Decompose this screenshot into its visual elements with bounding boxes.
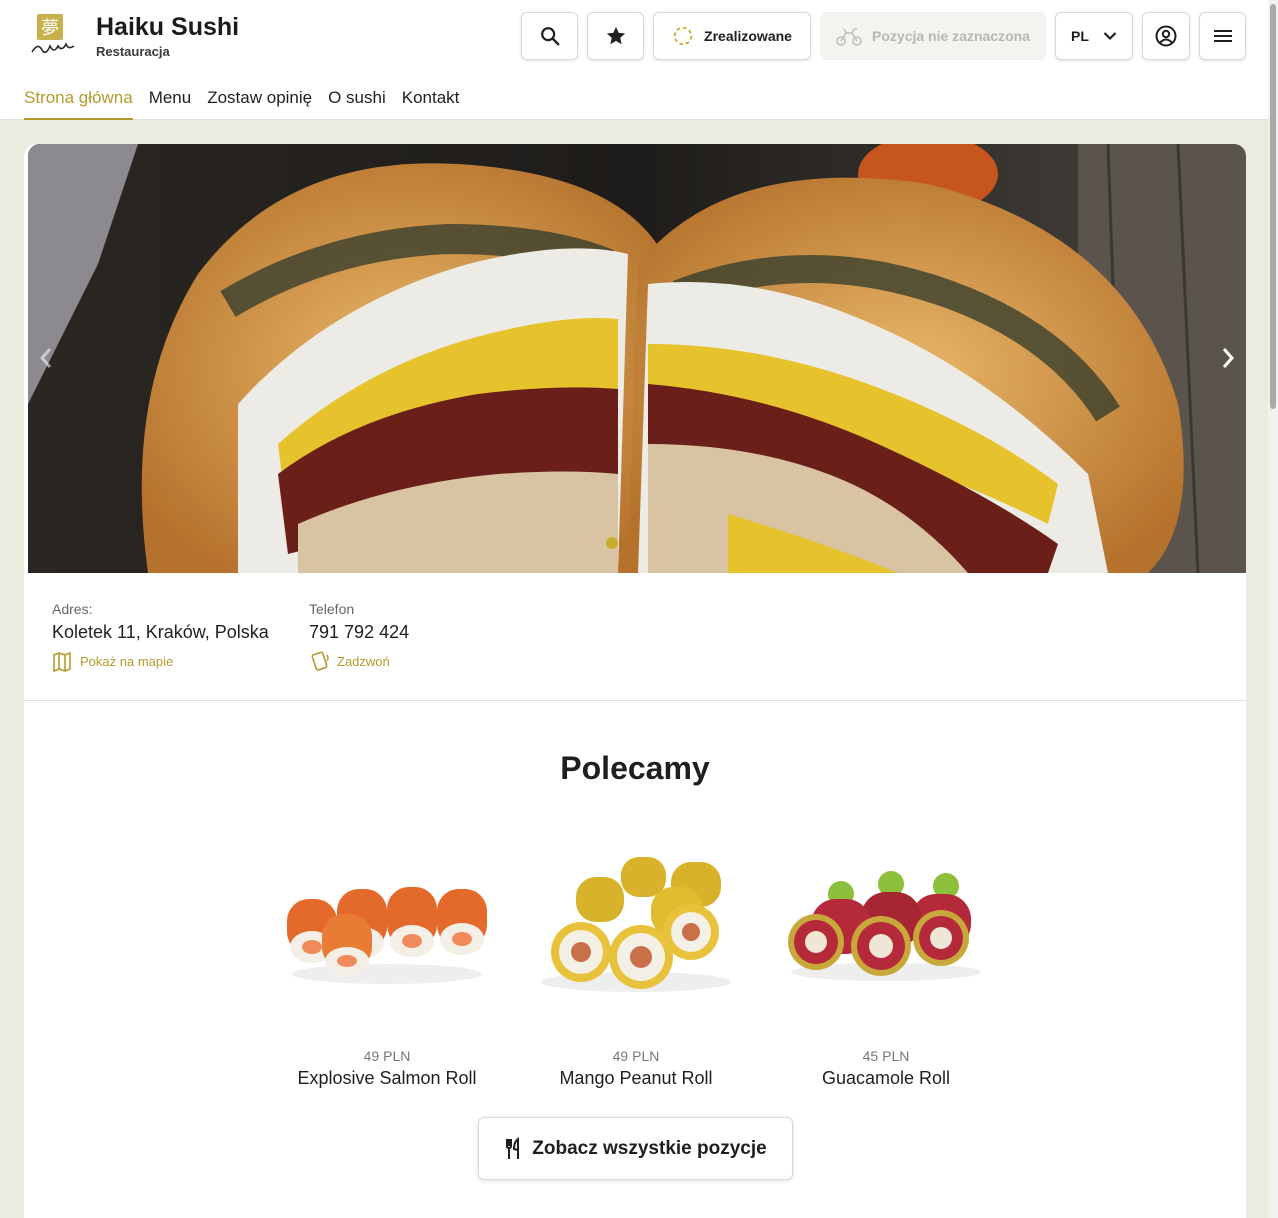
show-on-map-link[interactable]: Pokaż na mapie [52, 650, 173, 672]
orders-status-label: Zrealizowane [704, 28, 792, 44]
call-link[interactable]: Zadzwoń [309, 650, 390, 672]
product-card[interactable]: 49 PLN Mango Peanut Roll [521, 844, 751, 1089]
chevron-right-icon [1222, 348, 1235, 368]
carousel-dot[interactable] [606, 537, 618, 549]
product-image [521, 844, 751, 1004]
content-card: Adres: Koletek 11, Kraków, Polska Pokaż … [24, 144, 1246, 1218]
section-divider [24, 700, 1246, 701]
product-price: 49 PLN [612, 1048, 660, 1064]
cutlery-icon [506, 1136, 520, 1159]
position-button[interactable]: Pozycja nie zaznaczona [820, 12, 1046, 60]
see-all-items-label: Zobacz wszystkie pozycje [532, 1137, 767, 1159]
product-price: 45 PLN [862, 1048, 910, 1064]
call-label: Zadzwoń [337, 653, 390, 669]
site-header: 夢 Haiku Sushi Restauracja Zrealizowane P… [0, 0, 1268, 120]
orders-status-button[interactable]: Zrealizowane [653, 12, 811, 60]
menu-icon [1213, 30, 1232, 42]
show-on-map-label: Pokaż na mapie [80, 653, 174, 669]
brand-title: Haiku Sushi [96, 13, 240, 41]
search-button[interactable] [521, 12, 578, 60]
product-card[interactable]: 49 PLN Explosive Salmon Roll [272, 844, 502, 1089]
main-nav: Strona główna Menu Zostaw opinię O sushi… [24, 86, 475, 120]
nav-item-menu[interactable]: Menu [149, 86, 192, 120]
brand-subtitle: Restauracja [96, 44, 170, 59]
product-card[interactable]: 45 PLN Guacamole Roll [771, 844, 1001, 1089]
language-select[interactable]: PL [1055, 12, 1133, 60]
position-label: Pozycja nie zaznaczona [872, 28, 1030, 44]
chevron-left-icon [39, 348, 52, 368]
address-label: Adres: [52, 601, 93, 617]
phone-label: Telefon [309, 601, 355, 617]
phone-icon [311, 651, 329, 671]
nav-item-about-sushi[interactable]: O sushi [328, 86, 386, 120]
star-icon [606, 26, 625, 45]
address-value: Koletek 11, Kraków, Polska [52, 622, 269, 642]
carousel-prev-button[interactable] [28, 340, 64, 376]
nav-item-home[interactable]: Strona główna [24, 86, 133, 120]
phone-value: 791 792 424 [309, 622, 410, 642]
favorites-button[interactable] [587, 12, 644, 60]
search-icon [540, 27, 559, 46]
product-name: Explosive Salmon Roll [297, 1068, 477, 1088]
product-image [771, 844, 1001, 1004]
carousel-next-button[interactable] [1210, 340, 1246, 376]
product-name: Mango Peanut Roll [559, 1068, 713, 1088]
hero-carousel[interactable] [28, 144, 1246, 573]
delivery-bike-icon [836, 28, 862, 46]
language-value: PL [1071, 28, 1089, 44]
see-all-items-button[interactable]: Zobacz wszystkie pozycje [478, 1117, 793, 1180]
map-icon [53, 651, 71, 672]
nav-item-contact[interactable]: Kontakt [402, 86, 460, 120]
recommended-title: Polecamy [560, 750, 710, 786]
product-price: 49 PLN [363, 1048, 411, 1064]
chevron-down-icon [1103, 32, 1117, 41]
account-button[interactable] [1142, 12, 1190, 60]
spinner-icon [673, 26, 693, 46]
logo[interactable]: 夢 [30, 12, 76, 60]
product-image [272, 844, 502, 1004]
nav-item-review[interactable]: Zostaw opinię [207, 86, 312, 120]
page-scrollbar[interactable] [1268, 0, 1278, 1218]
hero-sushi-image [28, 144, 1246, 573]
svg-text:夢: 夢 [41, 18, 59, 39]
user-icon [1155, 25, 1177, 47]
hamburger-menu-button[interactable] [1199, 12, 1246, 60]
scrollbar-thumb[interactable] [1270, 4, 1276, 409]
product-name: Guacamole Roll [821, 1068, 951, 1088]
